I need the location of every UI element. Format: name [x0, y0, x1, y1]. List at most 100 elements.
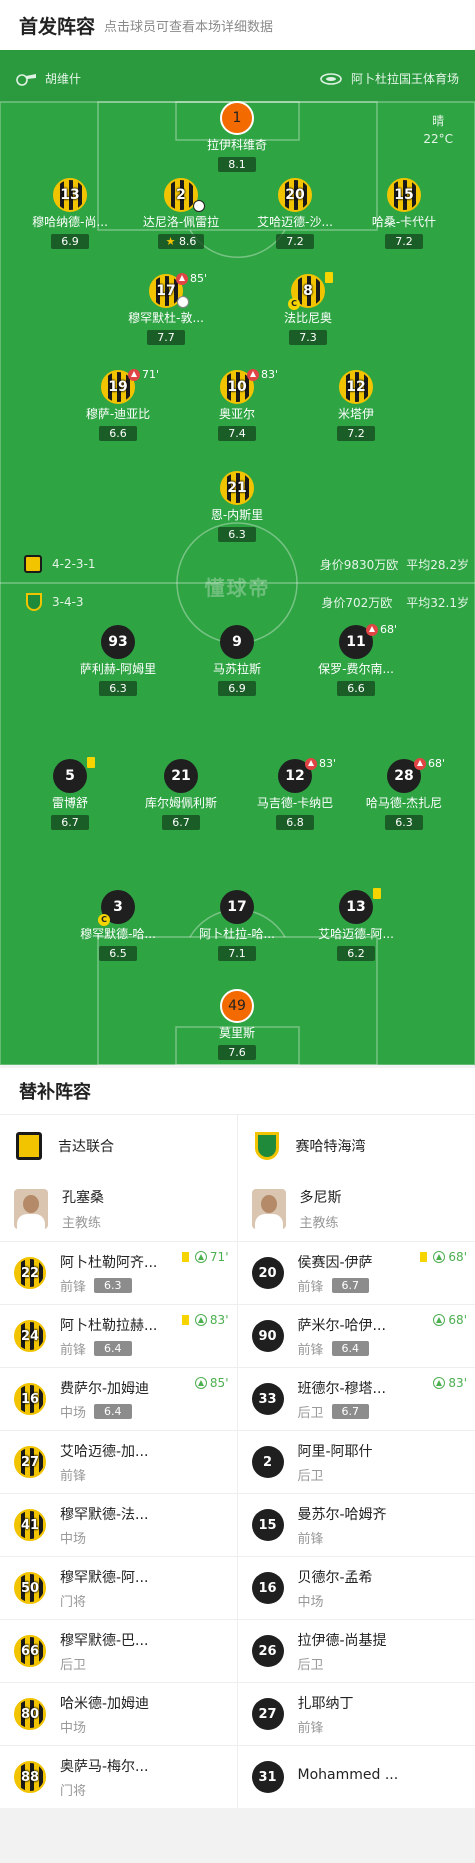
home-sub-22[interactable]: 22 阿卜杜勒阿齐... 前锋 6.3 71' [0, 1241, 237, 1304]
coach-avatar [251, 1189, 286, 1229]
home-sub-88[interactable]: 88 奥萨马-梅尔... 门将 [0, 1745, 237, 1808]
captain-icon: C [98, 914, 110, 926]
away-sub-27[interactable]: 27 扎耶纳丁 前锋 [237, 1682, 475, 1745]
sub-number: 27 [251, 1698, 284, 1730]
sub-on-icon [194, 1251, 207, 1263]
player-rating: ★ 8.6 [157, 234, 205, 249]
home-player-17[interactable]: 17 85' 穆罕默杜-敦... 7.7 [101, 272, 231, 345]
away-player-49[interactable]: 49 莫里斯 7.6 [172, 989, 302, 1060]
away-player-11[interactable]: 11 68' 保罗-费尔南... 6.6 [291, 623, 421, 696]
away-sub-31[interactable]: 31 Mohammed ... [237, 1745, 475, 1808]
away-player-3[interactable]: 3 C 穆罕默德-哈... 6.5 [53, 890, 183, 961]
player-number: 5 [53, 759, 87, 793]
player-rating: 7.4 [218, 426, 256, 441]
away-sub-15[interactable]: 15 曼苏尔-哈姆齐 前锋 [237, 1493, 475, 1556]
sub-number: 16 [14, 1383, 46, 1415]
sub-position: 前锋 [297, 1720, 324, 1736]
away-team-row[interactable]: 赛哈特海湾 [238, 1115, 475, 1177]
home-player-12[interactable]: 12 米塔伊 7.2 [291, 370, 421, 441]
player-rating: 6.7 [51, 815, 89, 830]
home-formation: 4-2-3-1 [24, 555, 96, 573]
away-player-13[interactable]: 13 艾哈迈德-阿... 6.2 [291, 888, 421, 961]
player-name: 穆罕默德-哈... [80, 927, 156, 941]
sub-number: 90 [251, 1320, 284, 1352]
home-player-1[interactable]: 1 拉伊科维奇 8.1 [172, 101, 302, 172]
sub-name: 拉伊德-尚基提 [297, 1632, 387, 1649]
sub-name: 费萨尔-加姆迪 [60, 1380, 150, 1397]
home-sub-24[interactable]: 24 阿卜杜勒拉赫... 前锋 6.4 83' [0, 1304, 237, 1367]
home-team-crest-icon [14, 1131, 44, 1161]
away-player-93[interactable]: 93 萨利赫-阿姆里 6.3 [53, 625, 183, 696]
home-sub-50[interactable]: 50 穆罕默德-阿... 门将 [0, 1556, 237, 1619]
home-sub-27[interactable]: 27 艾哈迈德-加... 前锋 [0, 1430, 237, 1493]
home-player-19[interactable]: 19 71' 穆萨-迪亚比 6.6 [53, 368, 183, 441]
home-coach-row[interactable]: 孔塞桑 主教练 [0, 1177, 237, 1241]
sub-on-icon [433, 1314, 446, 1326]
sub-position: 前锋 [297, 1342, 324, 1358]
sub-minute: 83' [448, 1376, 467, 1390]
player-name: 奥亚尔 [218, 407, 255, 421]
sub-name: 哈米德-加姆迪 [60, 1695, 150, 1712]
home-sub-16[interactable]: 16 费萨尔-加姆迪 中场 6.4 85' [0, 1367, 237, 1430]
sub-event: 83' [181, 1313, 229, 1327]
player-number: 1 [220, 101, 254, 135]
sub-position: 中场 [297, 1594, 324, 1610]
sub-number: 24 [14, 1320, 46, 1352]
player-name: 法比尼奥 [283, 311, 332, 325]
player-number: 9 [220, 625, 254, 659]
home-sub-80[interactable]: 80 哈米德-加姆迪 中场 [0, 1682, 237, 1745]
pitch: 胡维什 阿卜杜拉国王体育场 晴 22°C 懂球帝 4-2-3-1 身价9830万… [0, 50, 475, 1065]
sub-position: 中场 [60, 1531, 87, 1547]
sub-number: 31 [251, 1761, 284, 1793]
away-sub-20[interactable]: 20 侯赛因-伊萨 前锋 6.7 68' [237, 1241, 475, 1304]
whistle-icon [16, 73, 36, 86]
sub-position: 后卫 [60, 1657, 87, 1673]
temperature: 22°C [423, 132, 453, 146]
sub-event: 71' [181, 1250, 229, 1264]
player-rating: 6.6 [337, 681, 375, 696]
away-sub-16[interactable]: 16 贝德尔-孟希 中场 [237, 1556, 475, 1619]
sub-minute: 68' [380, 623, 398, 636]
home-team-row[interactable]: 吉达联合 [0, 1115, 237, 1177]
away-sub-26[interactable]: 26 拉伊德-尚基提 后卫 [237, 1619, 475, 1682]
home-sub-66[interactable]: 66 穆罕默德-巴... 后卫 [0, 1619, 237, 1682]
player-name: 哈桑-卡代什 [371, 215, 437, 229]
sub-rating: 6.4 [94, 1403, 132, 1419]
home-player-21[interactable]: 21 恩-内斯里 6.3 [172, 471, 302, 542]
sub-name: 穆罕默德-阿... [60, 1569, 149, 1586]
home-sub-41[interactable]: 41 穆罕默德-法... 中场 [0, 1493, 237, 1556]
away-player-28[interactable]: 28 68' 哈马德-杰扎尼 6.3 [339, 757, 469, 830]
player-number: 15 [387, 178, 421, 212]
player-number: 13 [339, 890, 373, 924]
sub-off-icon [414, 757, 426, 770]
home-player-15[interactable]: 15 哈桑-卡代什 7.2 [339, 178, 469, 249]
away-sub-90[interactable]: 90 萨米尔-哈伊... 前锋 6.4 68' [237, 1304, 475, 1367]
goal-ball-icon [193, 200, 205, 212]
away-player-17[interactable]: 17 阿卜杜拉-哈... 7.1 [172, 890, 302, 961]
away-sub-33[interactable]: 33 班德尔-穆塔... 后卫 6.7 83' [237, 1367, 475, 1430]
away-player-21[interactable]: 21 库尔姆佩利斯 6.7 [116, 759, 246, 830]
sub-number: 16 [251, 1572, 284, 1604]
player-rating: 6.8 [276, 815, 314, 830]
home-player-8[interactable]: 8 C 法比尼奥 7.3 [243, 272, 373, 345]
sub-number: 50 [14, 1572, 46, 1604]
sub-rating: 6.7 [331, 1403, 370, 1419]
away-team-crest-icon [252, 1131, 282, 1161]
home-player-10[interactable]: 10 83' 奥亚尔 7.4 [172, 368, 302, 441]
away-coach-row[interactable]: 多尼斯 主教练 [238, 1177, 475, 1241]
sub-minute: 85' [209, 1376, 229, 1390]
sub-name: 班德尔-穆塔... [297, 1380, 386, 1397]
sub-name: 阿卜杜勒阿齐... [60, 1254, 158, 1271]
yellow-card-icon [87, 757, 95, 768]
home-player-2[interactable]: 2 达尼洛-佩雷拉 ★ 8.6 [116, 178, 246, 249]
away-player-9[interactable]: 9 马苏拉斯 6.9 [172, 625, 302, 696]
away-sub-2[interactable]: 2 阿里-阿耶什 后卫 [237, 1430, 475, 1493]
player-name: 艾哈迈德-阿... [318, 927, 394, 941]
referee-info: 胡维什 [16, 70, 81, 87]
sub-number: 26 [251, 1635, 284, 1667]
home-team-stats: 身价9830万欧 平均28.2岁 [320, 556, 469, 573]
sub-position: 中场 [60, 1720, 87, 1736]
sub-out-event: 68' [366, 623, 397, 636]
sub-number: 15 [251, 1509, 284, 1541]
sub-name: Mohammed ... [297, 1767, 399, 1783]
